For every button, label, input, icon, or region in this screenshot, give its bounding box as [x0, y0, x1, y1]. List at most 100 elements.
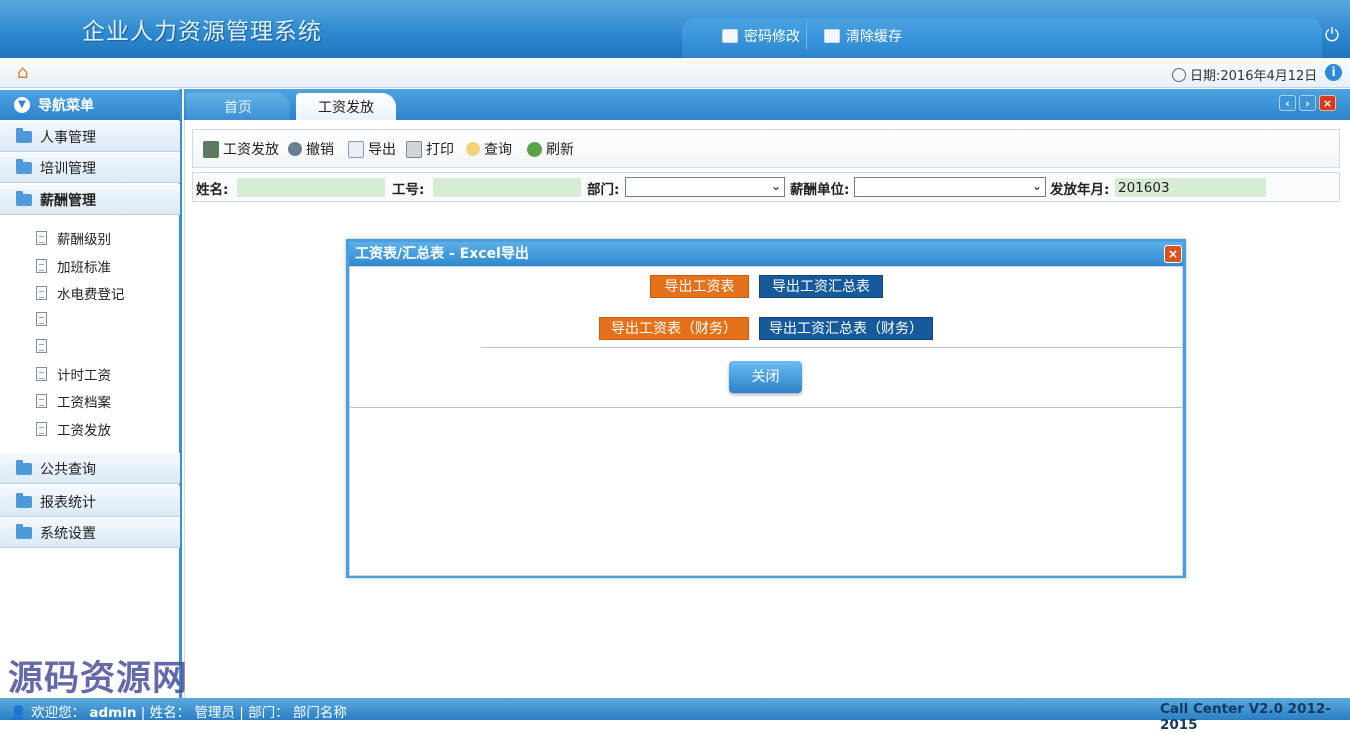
dialog-title: 工资表/汇总表 - Excel导出	[349, 242, 1183, 266]
close-icon[interactable]: ×	[1164, 245, 1182, 263]
document-icon	[36, 286, 47, 300]
folder-icon	[16, 158, 32, 174]
welcome-label: 欢迎您：	[31, 705, 86, 721]
document-icon	[36, 367, 47, 381]
refresh-button[interactable]: 刷新	[527, 138, 574, 160]
chevron-down-icon: ▼	[14, 97, 30, 113]
print-button[interactable]: 打印	[406, 138, 454, 160]
username: admin	[89, 705, 137, 721]
version-text: Call Center V2.0 2012-2015	[1160, 701, 1331, 733]
dialog-divider	[350, 407, 1183, 408]
app-title: 企业人力资源管理系统	[82, 19, 322, 45]
user-dept: 部门名称	[292, 705, 347, 721]
close-button[interactable]: 关闭	[729, 361, 802, 393]
sidebar-subitem-blank-2[interactable]	[36, 333, 57, 359]
export-summary-button[interactable]: 导出工资汇总表	[759, 275, 883, 298]
export-summary-finance-button[interactable]: 导出工资汇总表（财务）	[759, 317, 933, 340]
query-button[interactable]: 查询	[466, 138, 512, 160]
power-icon[interactable]: ⏻	[1322, 25, 1342, 47]
password-icon	[722, 29, 738, 43]
document-icon	[36, 259, 47, 273]
export-icon	[348, 140, 364, 158]
nav-menu-header[interactable]: ▼ 导航菜单	[0, 90, 180, 120]
dialog-divider	[481, 347, 1183, 348]
sidebar-item-personnel[interactable]: 人事管理	[0, 121, 180, 152]
sidebar-subitem-blank-1[interactable]	[36, 306, 57, 332]
issue-month-input[interactable]	[1115, 178, 1266, 197]
info-icon[interactable]: i	[1325, 64, 1342, 81]
watermark: 源码资源网	[8, 659, 189, 699]
employee-id-input[interactable]	[433, 178, 581, 197]
issue-salary-button[interactable]: 工资发放	[203, 138, 279, 160]
user-dept-label: 部门：	[248, 705, 289, 721]
date-label: 日期:2016年4月12日	[1190, 69, 1318, 84]
issue-salary-label: 工资发放	[223, 142, 279, 158]
sidebar-subitem-label: 加班标准	[57, 260, 111, 276]
sidebar-subitem-overtime-standard[interactable]: 加班标准	[36, 253, 111, 279]
tab-home[interactable]: 首页	[186, 93, 290, 120]
sidebar-item-payroll[interactable]: 薪酬管理	[0, 184, 180, 215]
sidebar-subitem-salary-level[interactable]: 薪酬级别	[36, 225, 111, 251]
export-salary-finance-button[interactable]: 导出工资表（财务）	[599, 317, 749, 340]
chevron-left-icon[interactable]: ‹	[1279, 95, 1296, 111]
folder-icon	[16, 459, 32, 475]
clear-cache-button[interactable]: 清除缓存	[824, 25, 902, 47]
sidebar-subitem-label: 工资档案	[57, 395, 111, 411]
document-icon	[36, 394, 47, 408]
sidebar-item-public-query[interactable]: 公共查询	[0, 453, 180, 484]
revoke-label: 撤销	[306, 142, 334, 158]
name-input[interactable]	[237, 178, 385, 197]
sidebar-subitem-hourly-wage[interactable]: 计时工资	[36, 361, 111, 387]
sidebar-item-training[interactable]: 培训管理	[0, 152, 180, 183]
sidebar-item-label: 培训管理	[40, 160, 96, 177]
folder-icon	[16, 492, 32, 508]
top-bar	[0, 58, 1350, 88]
sidebar-subitem-label: 计时工资	[57, 368, 111, 384]
undo-icon	[288, 142, 302, 156]
query-label: 查询	[484, 142, 512, 158]
department-select[interactable]: ⌄	[625, 177, 785, 197]
sidebar-item-system-settings[interactable]: 系统设置	[0, 517, 180, 548]
export-salary-button[interactable]: 导出工资表	[650, 275, 749, 298]
tab-salary-issue[interactable]: 工资发放	[296, 93, 396, 120]
chevron-down-icon: ⌄	[1031, 179, 1042, 193]
sidebar-subitem-salary-archive[interactable]: 工资档案	[36, 388, 111, 414]
name-label: 姓名:	[196, 182, 229, 198]
employee-id-label: 工号:	[392, 182, 425, 198]
document-icon	[36, 339, 47, 353]
user-icon: 👤	[10, 705, 27, 721]
sidebar-subitem-salary-issue[interactable]: 工资发放	[36, 416, 111, 442]
user-name-label: 姓名：	[149, 705, 191, 721]
folder-icon	[16, 190, 32, 206]
sidebar-subitem-utility-registration[interactable]: 水电费登记	[36, 280, 125, 306]
clear-cache-label: 清除缓存	[846, 29, 902, 45]
date-display: 日期:2016年4月12日	[1172, 65, 1317, 84]
document-icon	[36, 231, 47, 245]
pay-unit-select[interactable]: ⌄	[854, 177, 1046, 197]
sidebar-item-reports[interactable]: 报表统计	[0, 486, 180, 517]
sidebar-subitem-label: 工资发放	[57, 423, 111, 439]
sidebar-item-label: 报表统计	[40, 494, 96, 511]
header-divider	[806, 22, 807, 50]
close-tab-icon[interactable]: ×	[1319, 95, 1336, 111]
sidebar-item-label: 系统设置	[40, 525, 96, 542]
chevron-right-icon[interactable]: ›	[1299, 95, 1316, 111]
chevron-down-icon: ⌄	[770, 179, 781, 193]
clock-icon	[1172, 67, 1186, 82]
export-button[interactable]: 导出	[348, 138, 396, 160]
issue-month-label: 发放年月:	[1050, 182, 1110, 198]
cache-icon	[824, 29, 840, 43]
document-icon	[36, 422, 47, 436]
document-icon	[36, 312, 47, 326]
user-info: 👤 欢迎您： admin | 姓名： 管理员 | 部门： 部门名称	[10, 705, 347, 721]
sidebar-subitem-label: 水电费登记	[57, 287, 125, 303]
refresh-icon	[527, 141, 542, 157]
revoke-button[interactable]: 撤销	[288, 138, 334, 160]
sidebar-item-label: 薪酬管理	[40, 192, 96, 209]
nav-menu-title: 导航菜单	[38, 98, 94, 114]
pay-unit-label: 薪酬单位:	[790, 182, 850, 198]
home-icon[interactable]: ⌂	[17, 63, 37, 83]
export-label: 导出	[368, 142, 396, 158]
change-password-button[interactable]: 密码修改	[722, 25, 800, 47]
refresh-label: 刷新	[546, 142, 574, 158]
